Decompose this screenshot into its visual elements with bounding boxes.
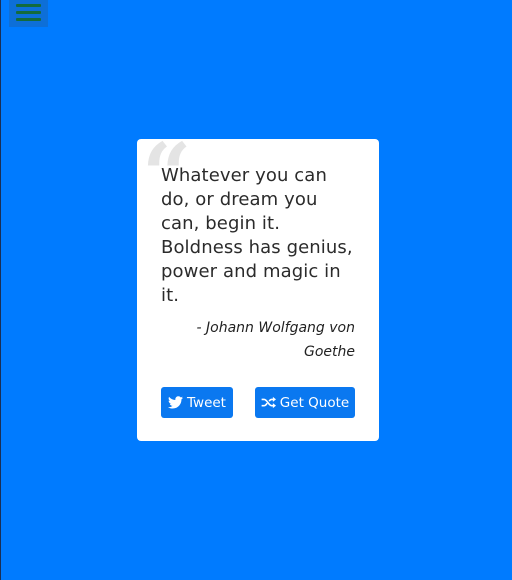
tweet-button-label: Tweet xyxy=(187,394,226,411)
hamburger-menu-icon-bar xyxy=(16,18,41,21)
tweet-button[interactable]: Tweet xyxy=(161,387,233,418)
shuffle-icon xyxy=(261,396,276,409)
get-quote-button[interactable]: Get Quote xyxy=(255,387,355,418)
get-quote-button-label: Get Quote xyxy=(279,394,350,411)
page-left-border xyxy=(0,0,1,580)
hamburger-menu-icon-bar xyxy=(16,11,41,14)
quote-author: - Johann Wolfgang von Goethe xyxy=(196,320,355,360)
twitter-bird-icon xyxy=(168,396,184,409)
menu-button[interactable] xyxy=(9,0,48,27)
quote-text: Whatever you can do, or dream you can, b… xyxy=(161,165,353,306)
hamburger-menu-icon xyxy=(16,4,41,7)
quote-card: “ Whatever you can do, or dream you can,… xyxy=(137,133,379,441)
